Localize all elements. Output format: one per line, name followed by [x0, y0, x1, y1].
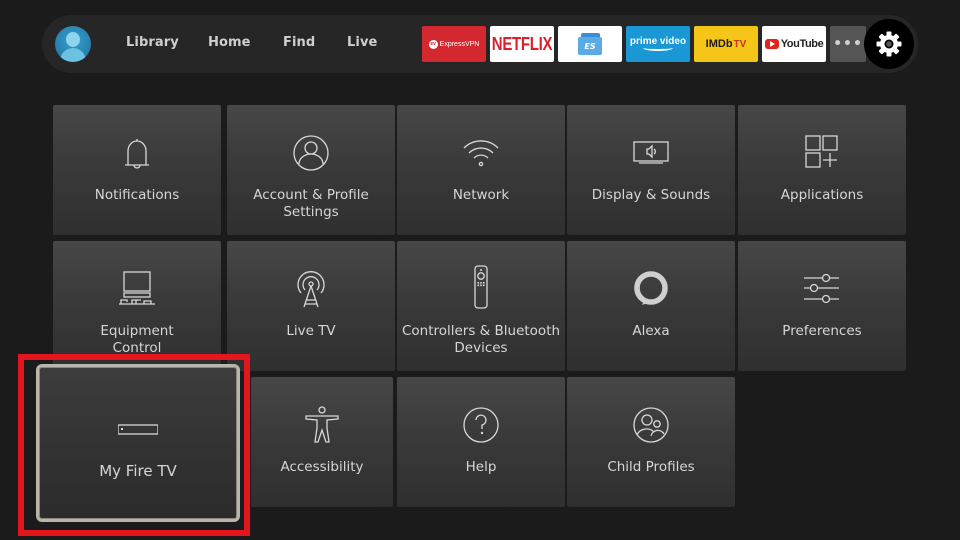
tile-label: Live TV: [286, 323, 336, 339]
child-profiles-icon: [631, 405, 671, 445]
app-netflix[interactable]: NETFLIX: [490, 26, 554, 62]
app-prime-video[interactable]: prime video: [626, 26, 690, 62]
apps-grid-plus-icon: [802, 133, 842, 173]
settings-button[interactable]: [864, 19, 914, 69]
expressvpn-logo-icon: ev: [428, 39, 438, 49]
tile-accessibility[interactable]: Accessibility: [251, 377, 393, 507]
tile-label: Alexa: [632, 323, 670, 339]
nav-home[interactable]: Home: [208, 35, 251, 50]
accessibility-person-icon: [302, 405, 342, 445]
tv-equipment-icon: [117, 269, 157, 309]
app-label: IMDb: [705, 38, 733, 50]
amazon-smile-icon: [643, 45, 673, 51]
tile-label: Display & Sounds: [591, 187, 711, 203]
app-label: NETFLIX: [491, 33, 553, 55]
tile-network[interactable]: Network: [397, 105, 565, 235]
app-label: ExpressVPN: [439, 40, 480, 48]
tile-label: Child Profiles: [607, 459, 695, 475]
nav-library[interactable]: Library: [126, 35, 179, 50]
display-speaker-icon: [631, 133, 671, 173]
tile-label: Account & Profile Settings: [253, 187, 369, 220]
tile-child-profiles[interactable]: Child Profiles: [567, 377, 735, 507]
app-expressvpn[interactable]: ev ExpressVPN: [422, 26, 486, 62]
account-circle-icon: [291, 133, 331, 173]
tile-display-sounds[interactable]: Display & Sounds: [567, 105, 735, 235]
app-es-file-explorer[interactable]: ES: [558, 26, 622, 62]
tile-label: Applications: [780, 187, 864, 203]
tile-applications[interactable]: Applications: [738, 105, 906, 235]
app-youtube[interactable]: YouTube: [762, 26, 826, 62]
ellipsis-icon: •••: [833, 36, 863, 52]
more-apps-button[interactable]: •••: [830, 26, 866, 62]
app-label-suffix: TV: [733, 38, 747, 50]
tile-label: Controllers & Bluetooth Devices: [401, 323, 561, 356]
app-label: YouTube: [780, 38, 824, 50]
tile-label: Notifications: [94, 187, 180, 203]
alexa-ring-icon: [631, 269, 671, 309]
user-profile-icon[interactable]: [55, 26, 91, 62]
wifi-icon: [461, 133, 501, 173]
nav-live[interactable]: Live: [347, 35, 377, 50]
tile-label: Equipment Control: [100, 323, 174, 356]
help-circle-icon: [461, 405, 501, 445]
tile-equipment-control[interactable]: Equipment Control: [53, 241, 221, 371]
app-imdb-tv[interactable]: IMDb TV: [694, 26, 758, 62]
top-navigation-bar: Library Home Find Live ev ExpressVPN NET…: [42, 15, 918, 73]
tile-controllers-bluetooth[interactable]: Controllers & Bluetooth Devices: [397, 241, 565, 371]
bell-icon: [117, 133, 157, 173]
antenna-icon: [291, 269, 331, 309]
tile-label: Preferences: [782, 323, 862, 339]
tile-label: Help: [465, 459, 497, 475]
gear-icon: [876, 31, 902, 57]
highlight-annotation-box: [18, 354, 250, 536]
sliders-icon: [802, 269, 842, 309]
tile-account-profile-settings[interactable]: Account & Profile Settings: [227, 105, 395, 235]
tile-alexa[interactable]: Alexa: [567, 241, 735, 371]
tile-label: Accessibility: [280, 459, 364, 475]
youtube-play-icon: [764, 39, 779, 49]
tile-label: Network: [452, 187, 510, 203]
tile-live-tv[interactable]: Live TV: [227, 241, 395, 371]
tile-notifications[interactable]: Notifications: [53, 105, 221, 235]
tile-help[interactable]: Help: [397, 377, 565, 507]
es-folder-icon: ES: [578, 33, 602, 55]
tile-preferences[interactable]: Preferences: [738, 241, 906, 371]
remote-control-icon: [461, 265, 501, 309]
nav-find[interactable]: Find: [283, 35, 315, 50]
